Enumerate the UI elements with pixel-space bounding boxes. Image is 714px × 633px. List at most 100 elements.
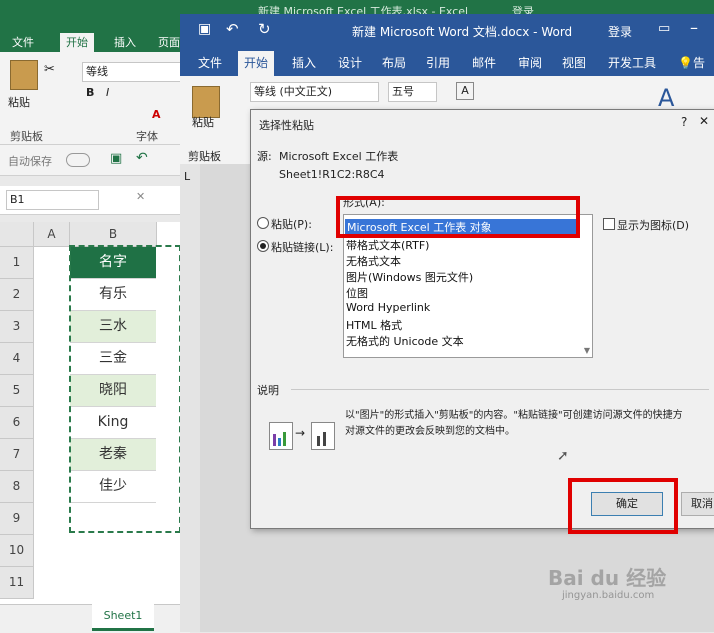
format-option[interactable]: 无格式文本 — [346, 253, 401, 269]
excel-tab-file[interactable]: 文件 — [6, 33, 40, 52]
name-box[interactable]: B1 — [6, 190, 99, 210]
excel-tab-insert[interactable]: 插入 — [108, 33, 142, 52]
word-tab-design[interactable]: 设计 — [332, 51, 368, 76]
word-tab-tell-me[interactable]: 💡告诉 — [672, 51, 714, 95]
word-paste-label[interactable]: 粘贴 — [192, 114, 214, 130]
paste-special-dialog: 选择性粘贴 ? ✕ 源: Microsoft Excel 工作表 Sheet1!… — [250, 109, 714, 529]
row-header[interactable]: 9 — [0, 503, 34, 535]
word-login[interactable]: 登录 — [608, 23, 632, 40]
arrow-icon: → — [295, 426, 306, 440]
column-header-b[interactable]: B — [70, 222, 157, 247]
row-header[interactable]: 3 — [0, 311, 34, 343]
paste-radio-label[interactable]: 粘贴(P): — [271, 216, 312, 232]
row-header[interactable]: 7 — [0, 439, 34, 471]
watermark-url: jingyan.baidu.com — [562, 590, 655, 601]
paste-link-radio[interactable] — [257, 240, 269, 252]
row-header[interactable]: 5 — [0, 375, 34, 407]
cut-icon[interactable]: ✂ — [44, 62, 55, 77]
highlight-format — [336, 196, 580, 238]
scroll-down-icon[interactable]: ▼ — [584, 346, 590, 355]
copy-marquee — [69, 245, 181, 533]
excel-paste-label[interactable]: 粘贴 — [8, 94, 30, 110]
word-tab-developer[interactable]: 开发工具 — [602, 51, 662, 76]
paste-link-radio-label[interactable]: 粘贴链接(L): — [271, 239, 333, 255]
word-title: 新建 Microsoft Word 文档.docx - Word — [352, 25, 573, 39]
tab-selector[interactable]: L — [184, 170, 190, 183]
paste-icon[interactable] — [10, 60, 38, 90]
autosave-label[interactable]: 自动保存 — [8, 153, 52, 169]
save-icon[interactable]: ▣ — [198, 21, 211, 37]
format-option[interactable]: Word Hyperlink — [346, 301, 430, 314]
styles-icon[interactable]: A — [658, 84, 674, 112]
autosave-toggle[interactable] — [66, 153, 90, 167]
source-value: Microsoft Excel 工作表 — [279, 150, 399, 163]
excel-font-box[interactable]: 等线 — [82, 62, 187, 82]
description-divider — [291, 389, 709, 390]
word-tab-references[interactable]: 引用 — [420, 51, 456, 76]
description-text-1: 以"图片"的形式插入"剪贴板"的内容。"粘贴链接"可创建访问源文件的快捷方 — [345, 410, 683, 421]
close-icon[interactable]: ✕ — [699, 114, 709, 128]
excel-quick-access: 自动保存 ▣ ↶ — [0, 145, 190, 176]
cancel-button[interactable]: 取消 — [681, 492, 714, 516]
watermark-logo: Bai du 经验 — [548, 566, 667, 590]
word-ribbon-tabs: 文件 开始 插入 设计 布局 引用 邮件 审阅 视图 开发工具 💡告诉 — [180, 46, 714, 95]
char-border-icon[interactable]: A — [456, 82, 474, 100]
description-label: 说明 — [257, 384, 279, 397]
excel-ribbon-tabs: 文件 开始 插入 页面 — [0, 30, 190, 52]
excel-clipboard-group: 剪贴板 — [10, 130, 43, 143]
row-header[interactable]: 4 — [0, 343, 34, 375]
excel-tab-home[interactable]: 开始 — [60, 33, 94, 52]
source-reference: Sheet1!R1C2:R8C4 — [279, 168, 385, 181]
paste-radio[interactable] — [257, 217, 269, 229]
save-icon[interactable]: ▣ — [110, 151, 122, 166]
excel-grid: A B 1 2 3 4 5 6 7 8 9 10 11 名字 有乐 三水 三金 … — [0, 222, 190, 604]
radio-selected-dot — [260, 243, 266, 249]
format-option[interactable]: 位图 — [346, 285, 368, 301]
format-option[interactable]: 无格式的 Unicode 文本 — [346, 333, 464, 349]
display-as-icon-label[interactable]: 显示为图标(D) — [617, 217, 689, 233]
display-as-icon-checkbox[interactable] — [603, 218, 615, 230]
word-title-bar: ▣ ↶ ↻ 新建 Microsoft Word 文档.docx - Word 登… — [180, 14, 714, 46]
word-tab-mailings[interactable]: 邮件 — [466, 51, 502, 76]
redo-icon[interactable]: ↻ — [258, 20, 271, 38]
select-all-corner[interactable] — [0, 222, 34, 247]
row-header[interactable]: 1 — [0, 247, 34, 279]
cancel-formula-icon[interactable]: ✕ — [136, 190, 145, 203]
ribbon-display-icon[interactable]: ▭ — [658, 21, 670, 36]
bold-icon[interactable]: B — [86, 86, 94, 99]
row-header[interactable]: 2 — [0, 279, 34, 311]
row-header[interactable]: 6 — [0, 407, 34, 439]
source-label: 源: — [257, 150, 272, 163]
word-tab-view[interactable]: 视图 — [556, 51, 592, 76]
format-option[interactable]: HTML 格式 — [346, 317, 402, 333]
word-tab-home[interactable]: 开始 — [238, 51, 275, 76]
word-tab-review[interactable]: 审阅 — [512, 51, 548, 76]
italic-icon[interactable]: I — [106, 86, 109, 99]
word-font-box[interactable]: 等线 (中文正文) — [250, 82, 379, 102]
minimize-icon[interactable]: – — [690, 18, 698, 37]
word-tab-file[interactable]: 文件 — [192, 51, 228, 76]
chart-icon — [269, 422, 293, 450]
vertical-ruler: L — [180, 164, 200, 632]
row-header[interactable]: 11 — [0, 567, 34, 599]
column-header-a[interactable]: A — [34, 222, 70, 247]
row-header[interactable]: 10 — [0, 535, 34, 567]
lightbulb-icon: 💡 — [678, 56, 693, 70]
excel-ribbon: 粘贴 ✂ 等线 B I A 剪贴板 字体 — [0, 52, 190, 145]
mouse-cursor-icon: ➚ — [557, 448, 569, 464]
word-font-size-box[interactable]: 五号 — [388, 82, 437, 102]
format-option[interactable]: 图片(Windows 图元文件) — [346, 269, 473, 285]
undo-icon[interactable]: ↶ — [136, 150, 148, 166]
font-color-icon[interactable]: A — [152, 108, 161, 121]
word-tab-insert[interactable]: 插入 — [286, 51, 322, 76]
dialog-title: 选择性粘贴 — [259, 119, 314, 132]
word-clipboard-group: 剪贴板 — [188, 150, 221, 163]
sheet-tab[interactable]: Sheet1 — [92, 604, 154, 631]
format-option[interactable]: 带格式文本(RTF) — [346, 237, 429, 253]
help-button[interactable]: ? — [681, 115, 687, 129]
row-header[interactable]: 8 — [0, 471, 34, 503]
description-text-2: 对源文件的更改会反映到您的文档中。 — [345, 426, 515, 437]
word-tab-layout[interactable]: 布局 — [376, 51, 412, 76]
excel-formula-bar: B1 ✕ — [0, 186, 190, 215]
undo-icon[interactable]: ↶ — [226, 20, 239, 38]
